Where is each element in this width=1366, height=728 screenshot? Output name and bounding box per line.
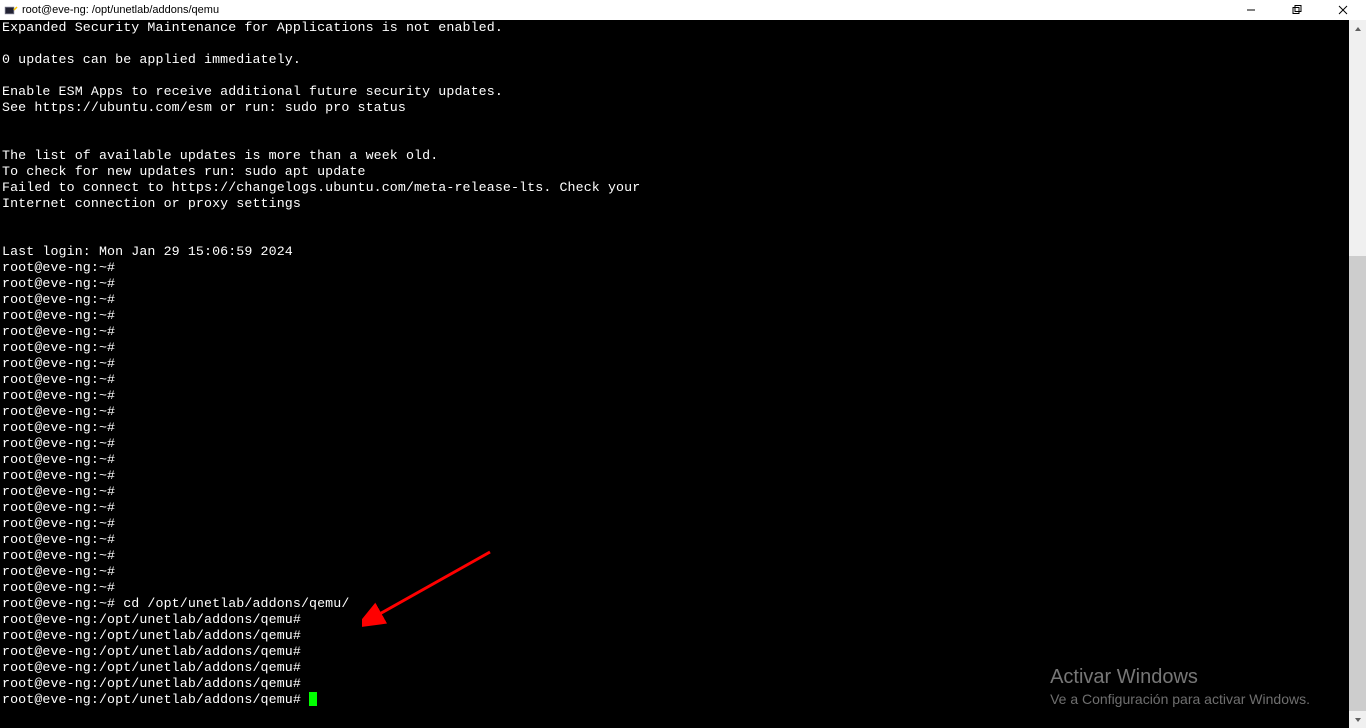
terminal-output: Expanded Security Maintenance for Applic… [0,20,1366,708]
terminal[interactable]: Expanded Security Maintenance for Applic… [0,20,1366,728]
terminal-cursor [309,692,317,706]
minimize-button[interactable] [1228,0,1274,20]
scroll-down-arrow[interactable] [1349,711,1366,728]
watermark-subtitle: Ve a Configuración para activar Windows. [1050,688,1310,710]
putty-icon [4,3,18,17]
close-button[interactable] [1320,0,1366,20]
watermark-title: Activar Windows [1050,666,1310,688]
scrollbar-thumb[interactable] [1349,256,1366,716]
vertical-scrollbar[interactable] [1349,20,1366,728]
activate-windows-watermark: Activar Windows Ve a Configuración para … [1050,666,1310,710]
scroll-up-arrow[interactable] [1349,20,1366,37]
window-titlebar: root@eve-ng: /opt/unetlab/addons/qemu [0,0,1366,20]
window-title: root@eve-ng: /opt/unetlab/addons/qemu [22,4,219,16]
titlebar-left: root@eve-ng: /opt/unetlab/addons/qemu [4,3,219,17]
window-controls [1228,0,1366,20]
maximize-button[interactable] [1274,0,1320,20]
